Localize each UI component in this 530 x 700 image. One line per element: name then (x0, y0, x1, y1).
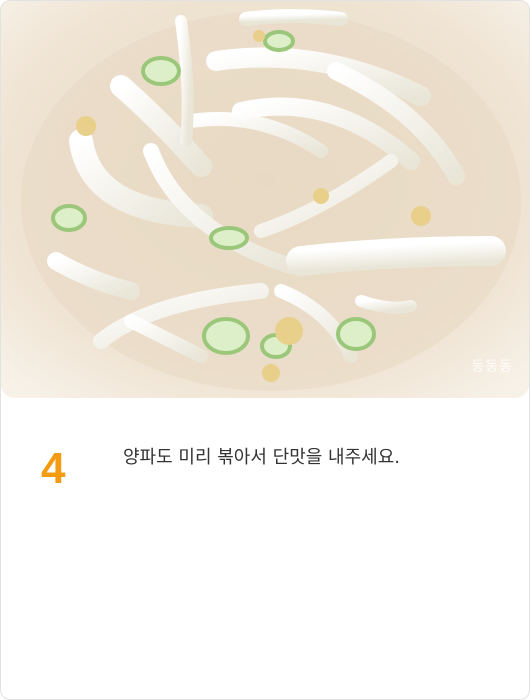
recipe-step-card: 동동동 4 양파도 미리 볶아서 단맛을 내주세요. (0, 0, 530, 700)
onion-saute-image (1, 1, 529, 398)
photo-watermark: 동동동 (471, 359, 513, 375)
step-number: 4 (41, 444, 66, 493)
step-photo: 동동동 (1, 1, 529, 398)
step-instruction: 양파도 미리 볶아서 단맛을 내주세요. (123, 447, 401, 468)
